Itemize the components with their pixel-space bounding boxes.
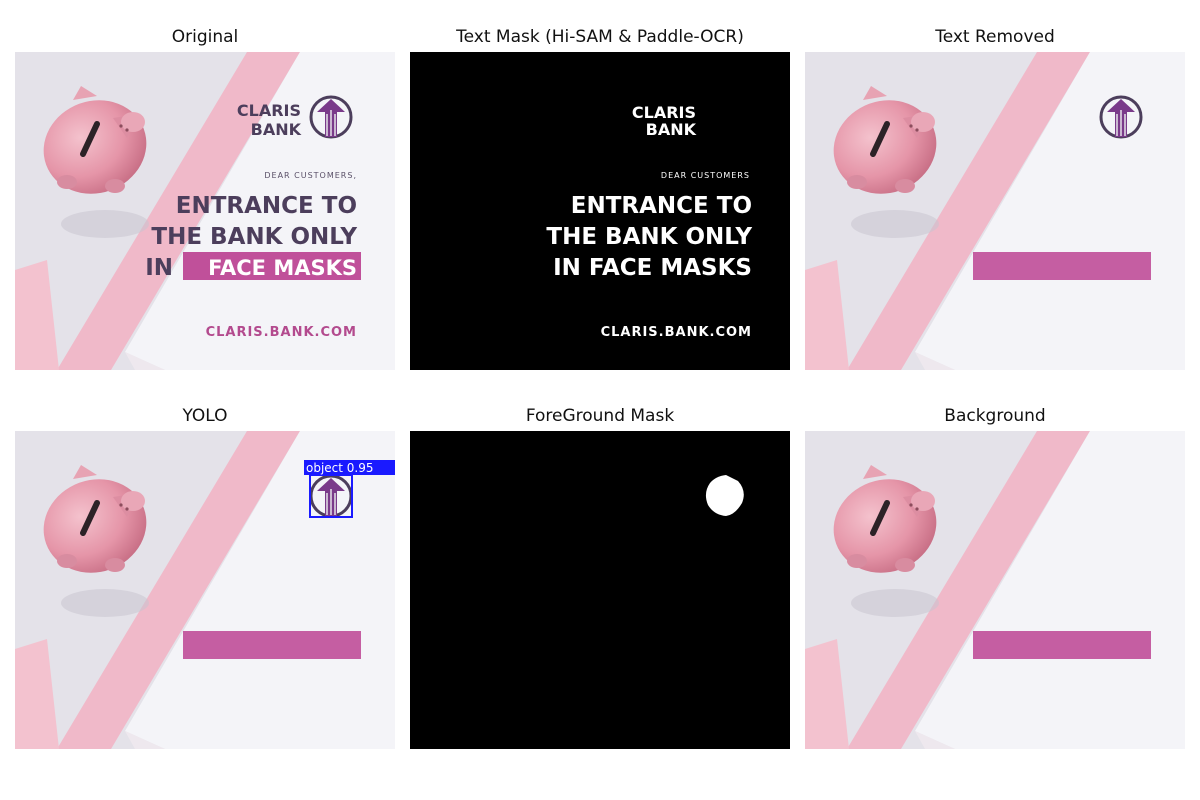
detection-label: object 0.95 xyxy=(306,461,374,475)
foreground-mask-image xyxy=(410,431,790,749)
background-panel xyxy=(805,431,1185,749)
panel-title-background: Background xyxy=(944,406,1046,426)
headline-line3-prefix: IN xyxy=(145,255,173,281)
mask-headline-line3: IN FACE MASKS xyxy=(553,255,752,281)
foreground-mask-panel xyxy=(410,431,790,749)
panel-title-text-mask: Text Mask (Hi-SAM & Paddle-OCR) xyxy=(456,27,744,47)
original-image-panel: CLARIS BANK DEAR CUSTOMERS, ENTRANCE TO … xyxy=(15,52,395,370)
highlight-bar xyxy=(183,631,361,659)
text-mask-panel: CLARIS BANK DEAR CUSTOMERS ENTRANCE TO T… xyxy=(410,52,790,370)
brand-line2: BANK xyxy=(251,120,302,139)
highlight-bar xyxy=(973,252,1151,280)
mask-greeting: DEAR CUSTOMERS xyxy=(661,171,750,180)
panel-title-text-removed: Text Removed xyxy=(935,27,1055,47)
url-text: CLARIS.BANK.COM xyxy=(206,325,357,340)
brand-line1: CLARIS xyxy=(237,101,301,120)
text-mask-image: CLARIS BANK DEAR CUSTOMERS ENTRANCE TO T… xyxy=(410,52,790,370)
headline-line1: ENTRANCE TO xyxy=(176,193,357,219)
greeting-text: DEAR CUSTOMERS, xyxy=(264,171,357,180)
headline-line3-highlight: FACE MASKS xyxy=(208,256,357,280)
mask-headline-line2: THE BANK ONLY xyxy=(546,224,752,250)
headline-line2: THE BANK ONLY xyxy=(151,224,357,250)
text-removed-panel xyxy=(805,52,1185,370)
background-image xyxy=(805,431,1185,749)
original-poster: CLARIS BANK DEAR CUSTOMERS, ENTRANCE TO … xyxy=(15,52,395,370)
highlight-bar xyxy=(973,631,1151,659)
yolo-image: object 0.95 xyxy=(15,431,395,749)
panel-title-yolo: YOLO xyxy=(182,406,228,426)
panel-title-original: Original xyxy=(171,27,239,47)
mask-url: CLARIS.BANK.COM xyxy=(601,325,752,340)
yolo-panel: object 0.95 xyxy=(15,431,395,749)
panel-title-foreground-mask: ForeGround Mask xyxy=(525,406,675,426)
mask-headline-line1: ENTRANCE TO xyxy=(571,193,752,219)
text-removed-image xyxy=(805,52,1185,370)
mask-brand-line2: BANK xyxy=(646,120,697,139)
